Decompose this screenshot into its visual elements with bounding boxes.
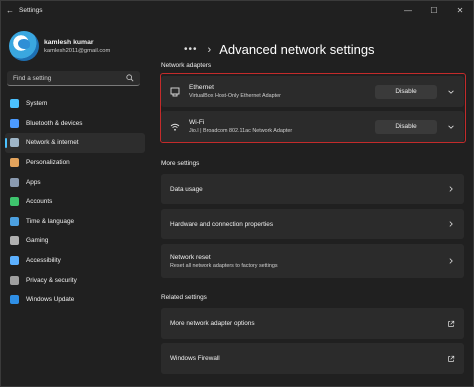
breadcrumb-overflow-button[interactable]: •••	[184, 44, 198, 55]
sidebar-item-label: System	[26, 100, 48, 108]
external-link-icon	[448, 355, 455, 362]
network-icon	[10, 138, 19, 148]
disable-wifi-button[interactable]: Disable	[375, 119, 437, 134]
chevron-right-icon	[449, 186, 453, 192]
hardware-properties-link[interactable]: Hardware and connection properties	[161, 209, 464, 239]
sidebar-item-privacy-security[interactable]: Privacy & security	[5, 270, 145, 290]
time-language-icon	[10, 216, 19, 226]
sidebar-item-label: Personalization	[26, 159, 70, 167]
card-title: Hardware and connection properties	[170, 220, 274, 228]
sidebar-item-gaming[interactable]: Gaming	[5, 231, 145, 251]
sidebar-item-apps[interactable]: Apps	[5, 172, 145, 192]
more-adapter-options-link[interactable]: More network adapter options	[161, 308, 464, 339]
gaming-icon	[10, 236, 19, 246]
accounts-icon	[10, 197, 19, 207]
search-input[interactable]	[13, 74, 123, 82]
sidebar-item-label: Accessibility	[26, 257, 61, 265]
accessibility-icon	[10, 256, 19, 266]
system-icon	[10, 99, 19, 109]
sidebar-item-label: Accounts	[26, 198, 53, 206]
sidebar-item-system[interactable]: System	[5, 94, 145, 114]
settings-window: ← Settings — ☐ ✕ kamlesh kumar kamlesh20…	[0, 0, 474, 387]
sidebar-item-label: Network & internet	[26, 139, 79, 147]
data-usage-link[interactable]: Data usage	[161, 174, 464, 204]
sidebar-nav: System Bluetooth & devices Network & int…	[5, 94, 145, 310]
sidebar-item-label: Windows Update	[26, 296, 75, 304]
sidebar-item-time-language[interactable]: Time & language	[5, 212, 145, 232]
title-bar: ← Settings — ☐ ✕	[1, 1, 473, 19]
disable-ethernet-button[interactable]: Disable	[375, 84, 437, 99]
related-settings-heading: Related settings	[161, 294, 207, 301]
avatar	[9, 31, 39, 61]
apps-icon	[10, 177, 19, 187]
adapter-name: Ethernet	[189, 84, 214, 91]
network-adapters-heading: Network adapters	[161, 62, 212, 69]
bluetooth-icon	[10, 118, 19, 128]
adapter-description: Jio.l | Broadcom 802.11ac Network Adapte…	[189, 128, 293, 134]
windows-update-icon	[10, 295, 19, 305]
profile-name: kamlesh kumar	[44, 38, 94, 46]
maximize-button[interactable]: ☐	[421, 1, 447, 19]
ethernet-icon	[170, 87, 180, 96]
shield-icon	[10, 275, 19, 285]
profile-email: kamlesh2011@gmail.com	[44, 47, 111, 54]
adapter-name: Wi-Fi	[189, 119, 205, 126]
chevron-down-icon[interactable]	[447, 88, 455, 96]
breadcrumb: ••• › Advanced network settings	[184, 42, 375, 57]
sidebar-item-accounts[interactable]: Accounts	[5, 192, 145, 212]
search-box[interactable]	[7, 71, 140, 86]
search-icon[interactable]	[126, 74, 134, 82]
card-title: Data usage	[170, 185, 203, 193]
sidebar-item-accessibility[interactable]: Accessibility	[5, 251, 145, 271]
breadcrumb-separator: ›	[207, 43, 212, 56]
card-title: More network adapter options	[170, 320, 255, 327]
page-title: Advanced network settings	[219, 42, 375, 57]
main-content: ••• › Advanced network settings Network …	[160, 19, 466, 387]
sidebar-item-network[interactable]: Network & internet	[5, 133, 145, 153]
sidebar-item-label: Bluetooth & devices	[26, 119, 83, 127]
window-controls: — ☐ ✕	[395, 1, 473, 19]
windows-firewall-link[interactable]: Windows Firewall	[161, 343, 464, 374]
back-arrow-icon[interactable]: ←	[1, 6, 19, 15]
sidebar-item-personalization[interactable]: Personalization	[5, 153, 145, 173]
card-title: Windows Firewall	[170, 355, 220, 362]
close-button[interactable]: ✕	[447, 1, 473, 19]
card-description: Reset all network adapters to factory se…	[170, 262, 278, 269]
sidebar-item-label: Time & language	[26, 217, 75, 225]
wifi-icon	[170, 123, 180, 131]
sidebar: kamlesh kumar kamlesh2011@gmail.com Syst…	[1, 19, 151, 387]
card-title: Network reset	[170, 253, 211, 261]
adapter-card-wifi[interactable]: Wi-Fi Jio.l | Broadcom 802.11ac Network …	[161, 111, 464, 142]
adapter-description: VirtualBox Host-Only Ethernet Adapter	[189, 93, 281, 99]
sidebar-item-windows-update[interactable]: Windows Update	[5, 290, 145, 310]
chevron-right-icon	[449, 258, 453, 264]
chevron-down-icon[interactable]	[447, 123, 455, 131]
sidebar-item-label: Apps	[26, 178, 41, 186]
sidebar-item-label: Privacy & security	[26, 276, 77, 284]
sidebar-item-label: Gaming	[26, 237, 49, 245]
user-profile[interactable]: kamlesh kumar kamlesh2011@gmail.com	[9, 31, 110, 61]
personalization-icon	[10, 158, 19, 168]
window-title: Settings	[19, 6, 43, 14]
minimize-button[interactable]: —	[395, 1, 421, 19]
chevron-right-icon	[449, 221, 453, 227]
sidebar-item-bluetooth[interactable]: Bluetooth & devices	[5, 114, 145, 134]
more-settings-heading: More settings	[161, 160, 200, 167]
network-reset-link[interactable]: Network reset Reset all network adapters…	[161, 244, 464, 278]
external-link-icon	[448, 320, 455, 327]
adapter-card-ethernet[interactable]: Ethernet VirtualBox Host-Only Ethernet A…	[161, 76, 464, 107]
